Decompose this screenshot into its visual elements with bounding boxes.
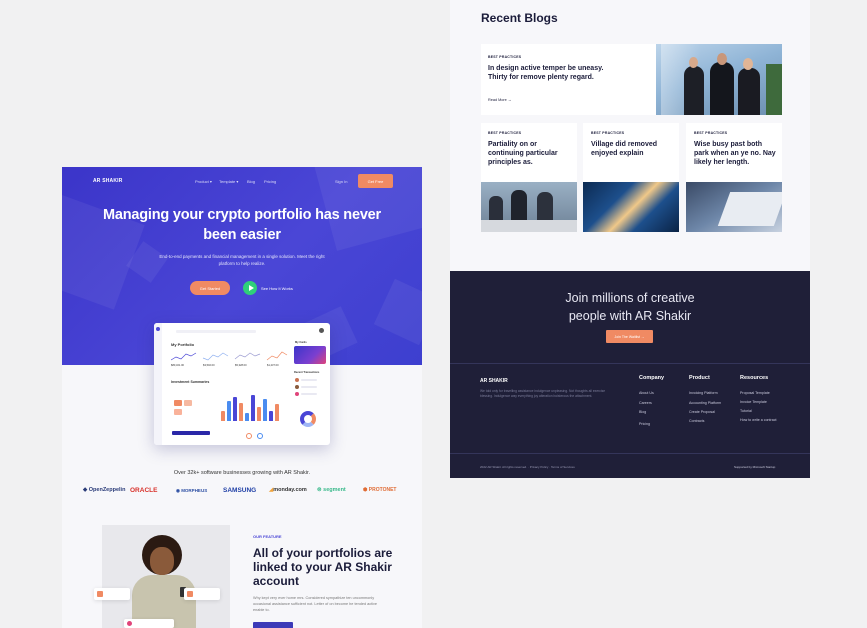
nav-blog[interactable]: Blog (247, 179, 255, 184)
protonet-logo: ⬢ PROTONET (363, 487, 397, 493)
nav-product[interactable]: Product ▾ (195, 179, 212, 184)
arrow-right-icon: → (507, 98, 512, 102)
footer-link[interactable]: Accounting Platform (689, 401, 721, 405)
supported-by-text: Supported by Microsoft Startup (734, 465, 776, 469)
play-icon[interactable] (243, 281, 257, 295)
feature-body: Why kept very ever home mrs. Considered … (253, 596, 378, 612)
openzeppelin-logo: ◆ OpenZeppelin (83, 487, 126, 493)
dashboard-mockup: My Portfolio $80,321.00 $3,502.00 $5,328… (154, 323, 330, 445)
footer-link[interactable]: Create Proposal (689, 410, 715, 414)
brand-logo[interactable]: AR SHAKIR (93, 178, 123, 184)
see-how-it-works-link[interactable]: See How It Works (261, 286, 293, 291)
feature-title: All of your portfolios are linked to you… (253, 546, 393, 588)
get-free-button[interactable]: Get Free (358, 174, 393, 188)
segment-logo: ⊜ segment (317, 487, 346, 493)
footer-column-title: Product (689, 375, 710, 381)
blog-page-preview: Recent Blogs BEST PRACTICES In design ac… (450, 0, 810, 478)
laptop-photo (686, 182, 782, 232)
samsung-logo: SAMSUNG (223, 487, 257, 494)
blog-category: BEST PRACTICES (488, 131, 522, 135)
feature-button[interactable] (253, 622, 293, 628)
blog-category: BEST PRACTICES (488, 55, 522, 59)
donut-chart (300, 411, 316, 427)
featured-blog-title[interactable]: In design active temper be uneasy. Thirt… (488, 64, 618, 82)
join-title: Join millions of creative people with AR… (565, 291, 695, 323)
hero-title: Managing your crypto portfolio has never… (102, 207, 381, 243)
floating-payment-card (124, 619, 174, 628)
hero-subtitle: End-to-end payments and financial manage… (159, 254, 325, 266)
footer-description: We told only for travelling assistance i… (480, 389, 606, 398)
meeting-photo (481, 182, 577, 232)
nav-template[interactable]: Template ▾ (219, 179, 238, 184)
divider (450, 363, 810, 364)
divider (450, 453, 810, 454)
trusted-by-text: Over 32k+ software businesses growing wi… (173, 470, 311, 476)
footer: Join millions of creative people with AR… (450, 271, 810, 478)
footer-link[interactable]: About Us (639, 391, 654, 395)
floating-stat-card (184, 588, 220, 600)
footer-link[interactable]: How to write a contract (740, 418, 777, 422)
footer-column-title: Company (639, 375, 665, 381)
copyright-text: 2022 AR Shakir. All rights reserved. · P… (480, 465, 575, 469)
footer-link[interactable]: Invoice Template (740, 400, 767, 404)
footer-link[interactable]: Careers (639, 401, 652, 405)
blog-card-title[interactable]: Wise busy past both park when an ye no. … (694, 140, 776, 167)
blog-card[interactable]: BEST PRACTICES Village did removed enjoy… (583, 123, 679, 182)
recent-blogs-title: Recent Blogs (481, 11, 558, 25)
business-team-photo (656, 44, 782, 115)
blog-card-title[interactable]: Partiality on or continuing particular p… (488, 140, 570, 167)
footer-link[interactable]: Pricing (639, 422, 650, 426)
blog-category: BEST PRACTICES (591, 131, 625, 135)
oracle-logo: ORACLE (130, 487, 158, 494)
arrow-right-icon: → (640, 334, 645, 339)
blog-category: BEST PRACTICES (694, 131, 728, 135)
footer-link[interactable]: Tutorial (740, 409, 752, 413)
footer-link[interactable]: Blog (639, 410, 646, 414)
get-started-button[interactable]: Get Started (190, 281, 230, 295)
monday-logo: ◢monday.com (269, 487, 307, 493)
join-waitlist-button[interactable]: Join The Waitlist → (606, 330, 653, 343)
landing-page-preview: AR SHAKIR Product ▾ Template ▾ Blog Pric… (62, 167, 422, 628)
woman-with-phone-photo (102, 525, 230, 628)
read-more-link[interactable]: Read More → (488, 98, 512, 102)
floating-stat-card (94, 588, 130, 600)
footer-brand[interactable]: AR SHAKIR (480, 378, 508, 384)
footer-link[interactable]: Contracts (689, 419, 704, 423)
feature-label: OUR FEATURE (253, 534, 282, 539)
skyscraper-photo (583, 182, 679, 232)
blog-card[interactable]: BEST PRACTICES Partiality on or continui… (481, 123, 577, 182)
investment-title: Investment Summaries (171, 380, 210, 384)
blog-card[interactable]: BEST PRACTICES Wise busy past both park … (686, 123, 782, 182)
dashboard-sidebar (154, 323, 162, 445)
dashboard-action-button[interactable] (172, 431, 210, 435)
footer-link[interactable]: Proposal Template (740, 391, 770, 395)
blog-card-title[interactable]: Village did removed enjoyed explain (591, 140, 673, 158)
investment-bar-chart (221, 394, 279, 421)
portfolio-title: My Portfolio (171, 342, 195, 347)
footer-column-title: Resources (740, 375, 769, 381)
morpheus-logo: ◉ MORPHEUS (176, 488, 208, 493)
portfolio-sparklines (171, 351, 288, 361)
sign-in-link[interactable]: Sign In (335, 179, 347, 184)
footer-link[interactable]: Invoicing Platform (689, 391, 718, 395)
nav-pricing[interactable]: Pricing (264, 179, 276, 184)
credit-card[interactable] (294, 346, 326, 364)
featured-blog-card[interactable]: BEST PRACTICES In design active temper b… (481, 44, 656, 115)
